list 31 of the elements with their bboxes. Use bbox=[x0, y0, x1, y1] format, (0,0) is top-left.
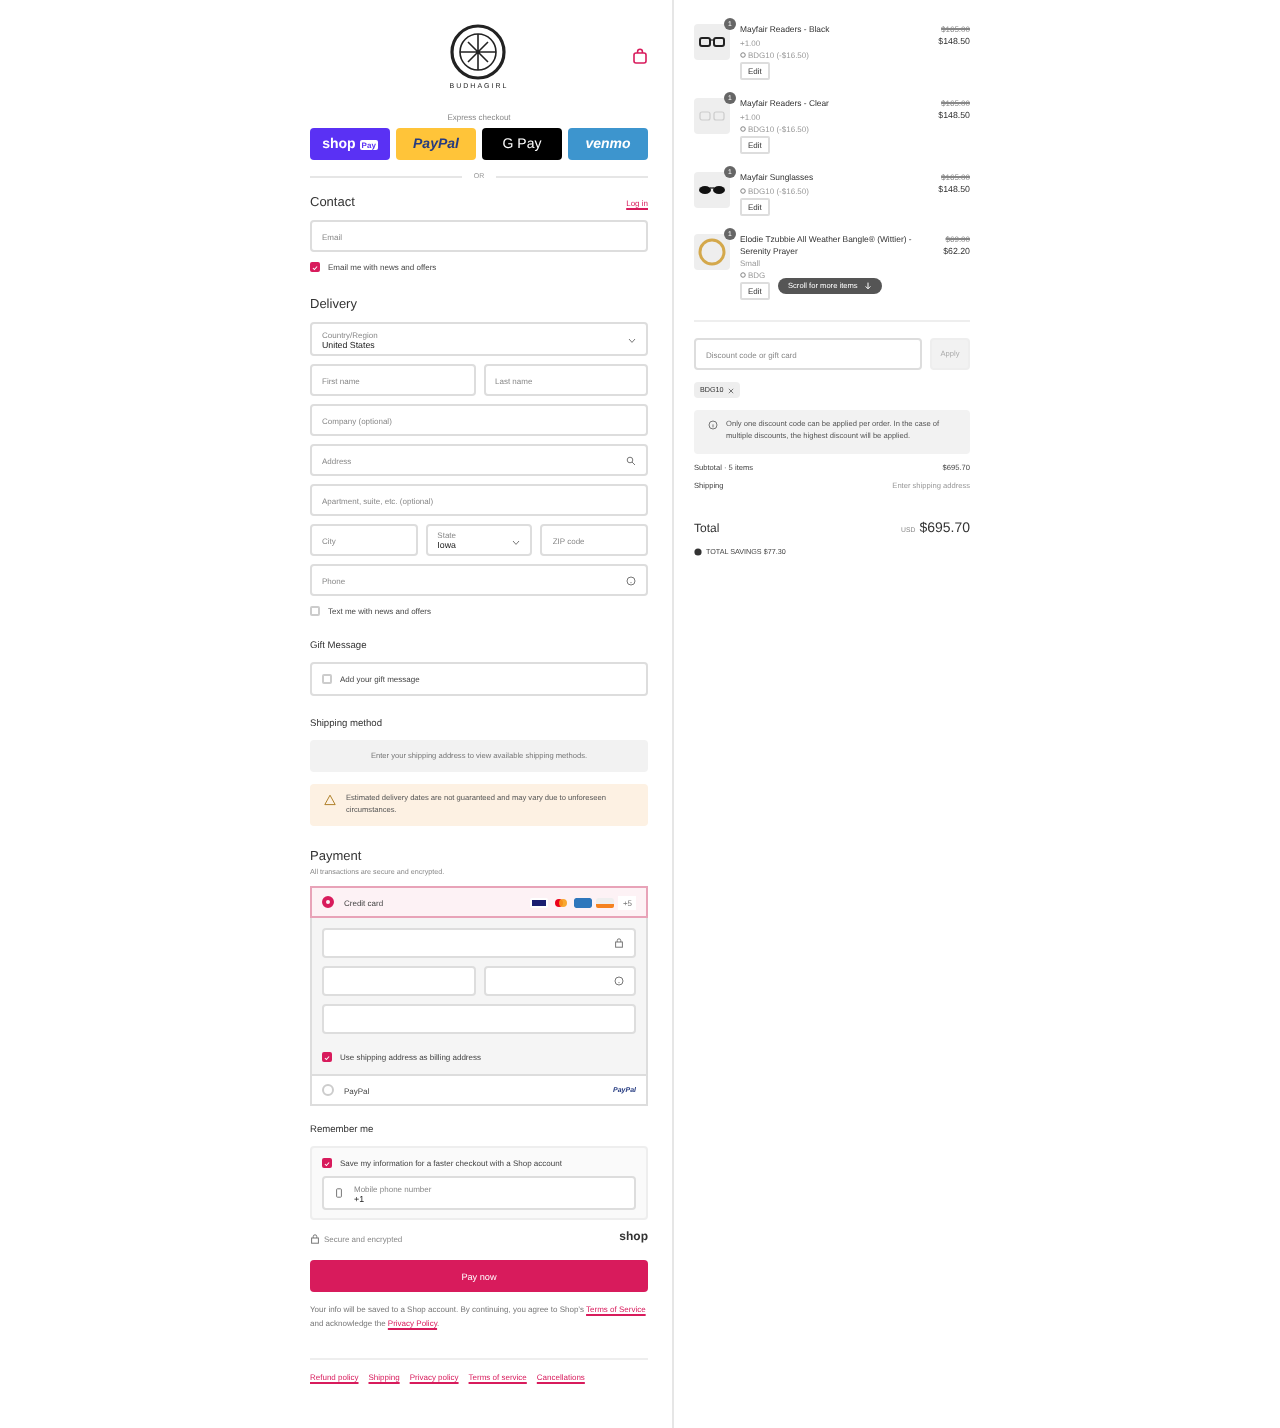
name-on-card-field[interactable] bbox=[322, 1004, 636, 1035]
checkbox[interactable] bbox=[322, 1158, 332, 1169]
help-icon bbox=[626, 575, 636, 585]
info-icon bbox=[708, 420, 718, 431]
remove-icon[interactable] bbox=[727, 387, 734, 394]
discount-tag-icon bbox=[740, 272, 746, 279]
checkbox[interactable] bbox=[310, 262, 320, 272]
search-icon bbox=[626, 455, 636, 465]
checkbox[interactable] bbox=[322, 1052, 332, 1063]
lock-icon bbox=[614, 938, 624, 949]
arrow-down-icon bbox=[863, 281, 872, 290]
discount-tag-icon bbox=[740, 125, 746, 132]
sunglasses-icon bbox=[699, 185, 725, 194]
chevron-down-icon bbox=[512, 540, 521, 546]
logo-icon bbox=[450, 24, 507, 80]
mastercard-icon bbox=[552, 897, 571, 908]
expiry-field[interactable] bbox=[322, 966, 475, 997]
shopping-bag-icon[interactable] bbox=[632, 48, 648, 64]
glasses-icon bbox=[699, 37, 725, 47]
radio-button[interactable] bbox=[322, 896, 334, 909]
card-number-field[interactable] bbox=[322, 928, 636, 959]
warning-icon bbox=[324, 794, 336, 806]
security-code-field[interactable] bbox=[483, 966, 636, 997]
glasses-icon bbox=[699, 111, 725, 121]
savings-tag-icon bbox=[694, 547, 702, 556]
lock-icon bbox=[310, 1233, 320, 1244]
discount-tag-icon bbox=[740, 51, 746, 58]
chevron-down-icon bbox=[628, 338, 636, 344]
help-icon bbox=[614, 976, 624, 987]
phone-icon bbox=[334, 1188, 344, 1199]
discount-tag-icon bbox=[740, 187, 746, 194]
